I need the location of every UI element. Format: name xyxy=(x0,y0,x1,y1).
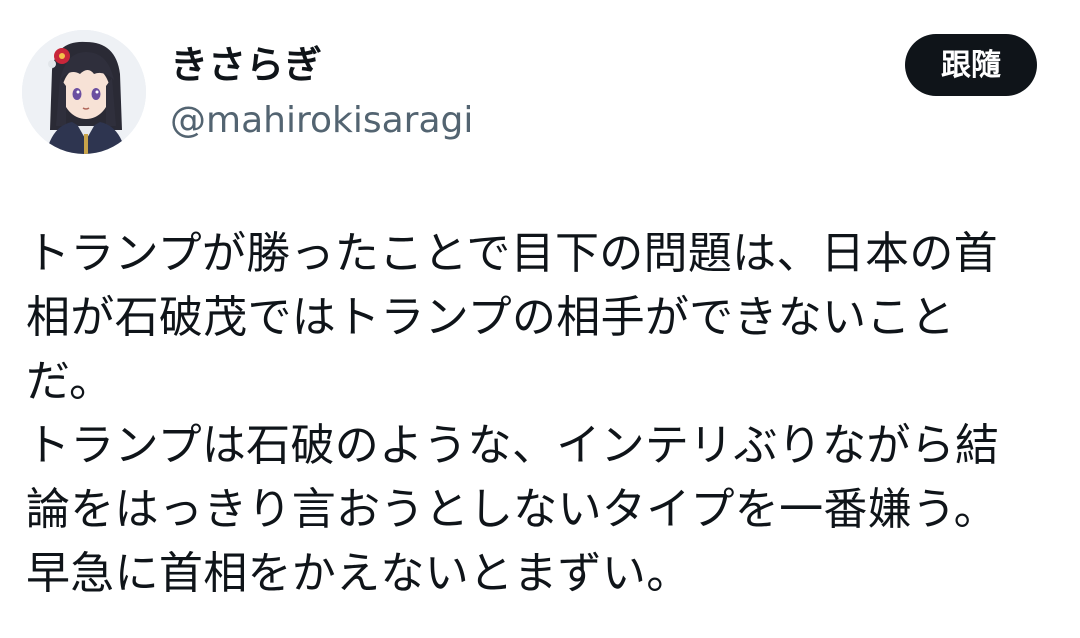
user-handle[interactable]: @mahirokisaragi xyxy=(170,98,473,144)
anime-character-avatar-icon xyxy=(22,30,146,154)
tweet-text-line: 相が石破茂ではトランプの相手ができないこと xyxy=(26,292,955,343)
tweet-text-line: 早急に首相をかえないとまずい。 xyxy=(26,548,691,599)
tweet-text-line: トランプは石破のような、インテリぶりながら結 xyxy=(26,420,1000,471)
tweet-text-line: 論をはっきり言おうとしないタイプを一番嫌う。 xyxy=(26,484,998,535)
tweet-text-line: だ。 xyxy=(26,356,114,407)
display-name[interactable]: きさらぎ xyxy=(170,40,322,90)
follow-button[interactable]: 跟隨 xyxy=(905,34,1037,96)
tweet-text: トランプが勝ったことで目下の問題は、日本の首 相が石破茂ではトランプの相手ができ… xyxy=(26,222,1066,606)
tweet-text-line: トランプが勝ったことで目下の問題は、日本の首 xyxy=(26,228,998,279)
avatar[interactable] xyxy=(22,30,146,154)
tweet-card: きさらぎ @mahirokisaragi 跟隨 トランプが勝ったことで目下の問題… xyxy=(0,0,1080,638)
